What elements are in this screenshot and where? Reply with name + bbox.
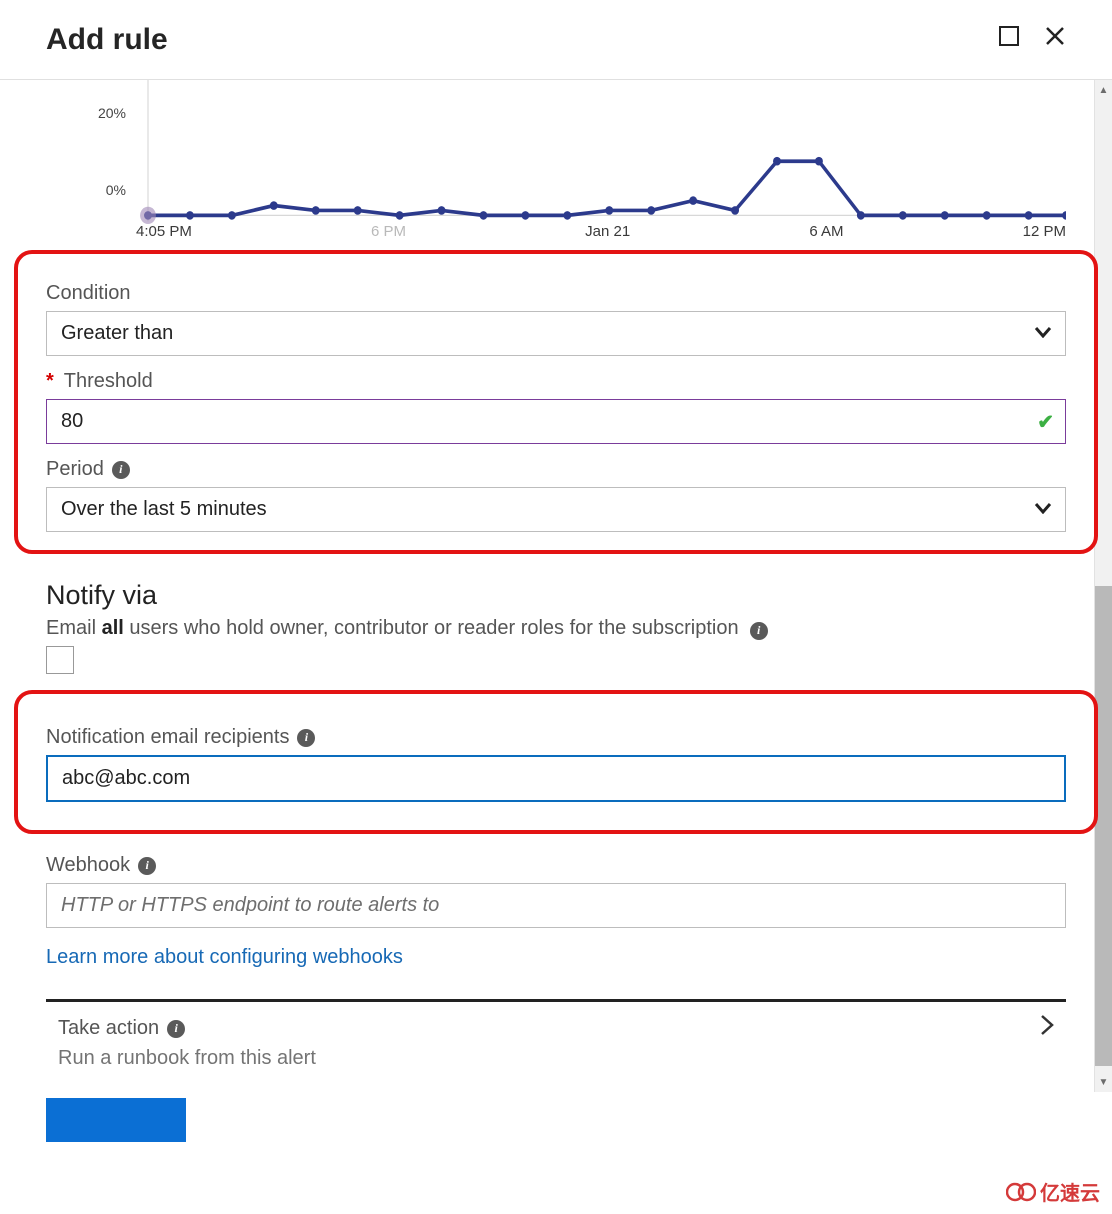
chart-xtick: 6 PM xyxy=(371,223,406,240)
maximize-icon[interactable] xyxy=(998,25,1020,54)
chart-xtick: 12 PM xyxy=(1023,223,1066,240)
panel-header: Add rule xyxy=(0,0,1112,80)
required-icon: * xyxy=(46,370,54,393)
separator xyxy=(46,999,1066,1002)
info-icon[interactable]: i xyxy=(112,461,130,479)
chart-xtick: 4:05 PM xyxy=(136,223,192,240)
condition-select[interactable]: Greater than xyxy=(46,311,1066,356)
page-title: Add rule xyxy=(46,23,168,57)
condition-value[interactable]: Greater than xyxy=(46,311,1066,356)
take-action-label: Take action i xyxy=(58,1017,185,1040)
threshold-input[interactable] xyxy=(46,399,1066,444)
close-icon[interactable] xyxy=(1044,25,1066,54)
condition-label: Condition xyxy=(46,282,1066,305)
info-icon[interactable]: i xyxy=(750,622,768,640)
info-icon[interactable]: i xyxy=(297,729,315,747)
recipients-label: Notification email recipients i xyxy=(46,726,1066,749)
condition-highlight-box: Condition Greater than * Threshold ✔ Per… xyxy=(14,250,1098,554)
learn-more-link[interactable]: Learn more about configuring webhooks xyxy=(46,946,403,969)
period-select[interactable]: Over the last 5 minutes xyxy=(46,487,1066,532)
info-icon[interactable]: i xyxy=(138,857,156,875)
watermark: 亿速云 xyxy=(1006,1177,1100,1206)
chevron-right-icon xyxy=(1040,1014,1054,1043)
chart-xtick: 6 AM xyxy=(809,223,843,240)
webhook-label: Webhook i xyxy=(46,854,1066,877)
info-icon[interactable]: i xyxy=(167,1020,185,1038)
threshold-label: * Threshold xyxy=(46,370,1066,393)
take-action-row[interactable]: Take action i xyxy=(46,1014,1066,1043)
recipients-input[interactable] xyxy=(46,755,1066,802)
ok-button[interactable] xyxy=(46,1098,186,1142)
content-area: 20% 0% 4:05 PM 6 PM Jan 21 6 AM 12 PM xyxy=(0,80,1112,1214)
chart-xtick: Jan 21 xyxy=(585,223,630,240)
webhook-input[interactable] xyxy=(46,883,1066,928)
notify-via-title: Notify via xyxy=(46,580,1066,611)
metric-chart: 20% 0% 4:05 PM 6 PM Jan 21 6 AM 12 PM xyxy=(46,80,1066,240)
email-all-checkbox[interactable] xyxy=(46,646,74,674)
period-label: Period i xyxy=(46,458,1066,481)
chart-ytick-0: 0% xyxy=(86,182,126,198)
recipients-highlight-box: Notification email recipients i xyxy=(14,690,1098,834)
runbook-description: Run a runbook from this alert xyxy=(46,1047,1066,1070)
chart-xaxis: 4:05 PM 6 PM Jan 21 6 AM 12 PM xyxy=(136,223,1066,240)
valid-check-icon: ✔ xyxy=(1037,409,1054,434)
period-value[interactable]: Over the last 5 minutes xyxy=(46,487,1066,532)
email-all-description: Email all users who hold owner, contribu… xyxy=(46,617,1066,640)
chart-ytick-20: 20% xyxy=(86,105,126,121)
